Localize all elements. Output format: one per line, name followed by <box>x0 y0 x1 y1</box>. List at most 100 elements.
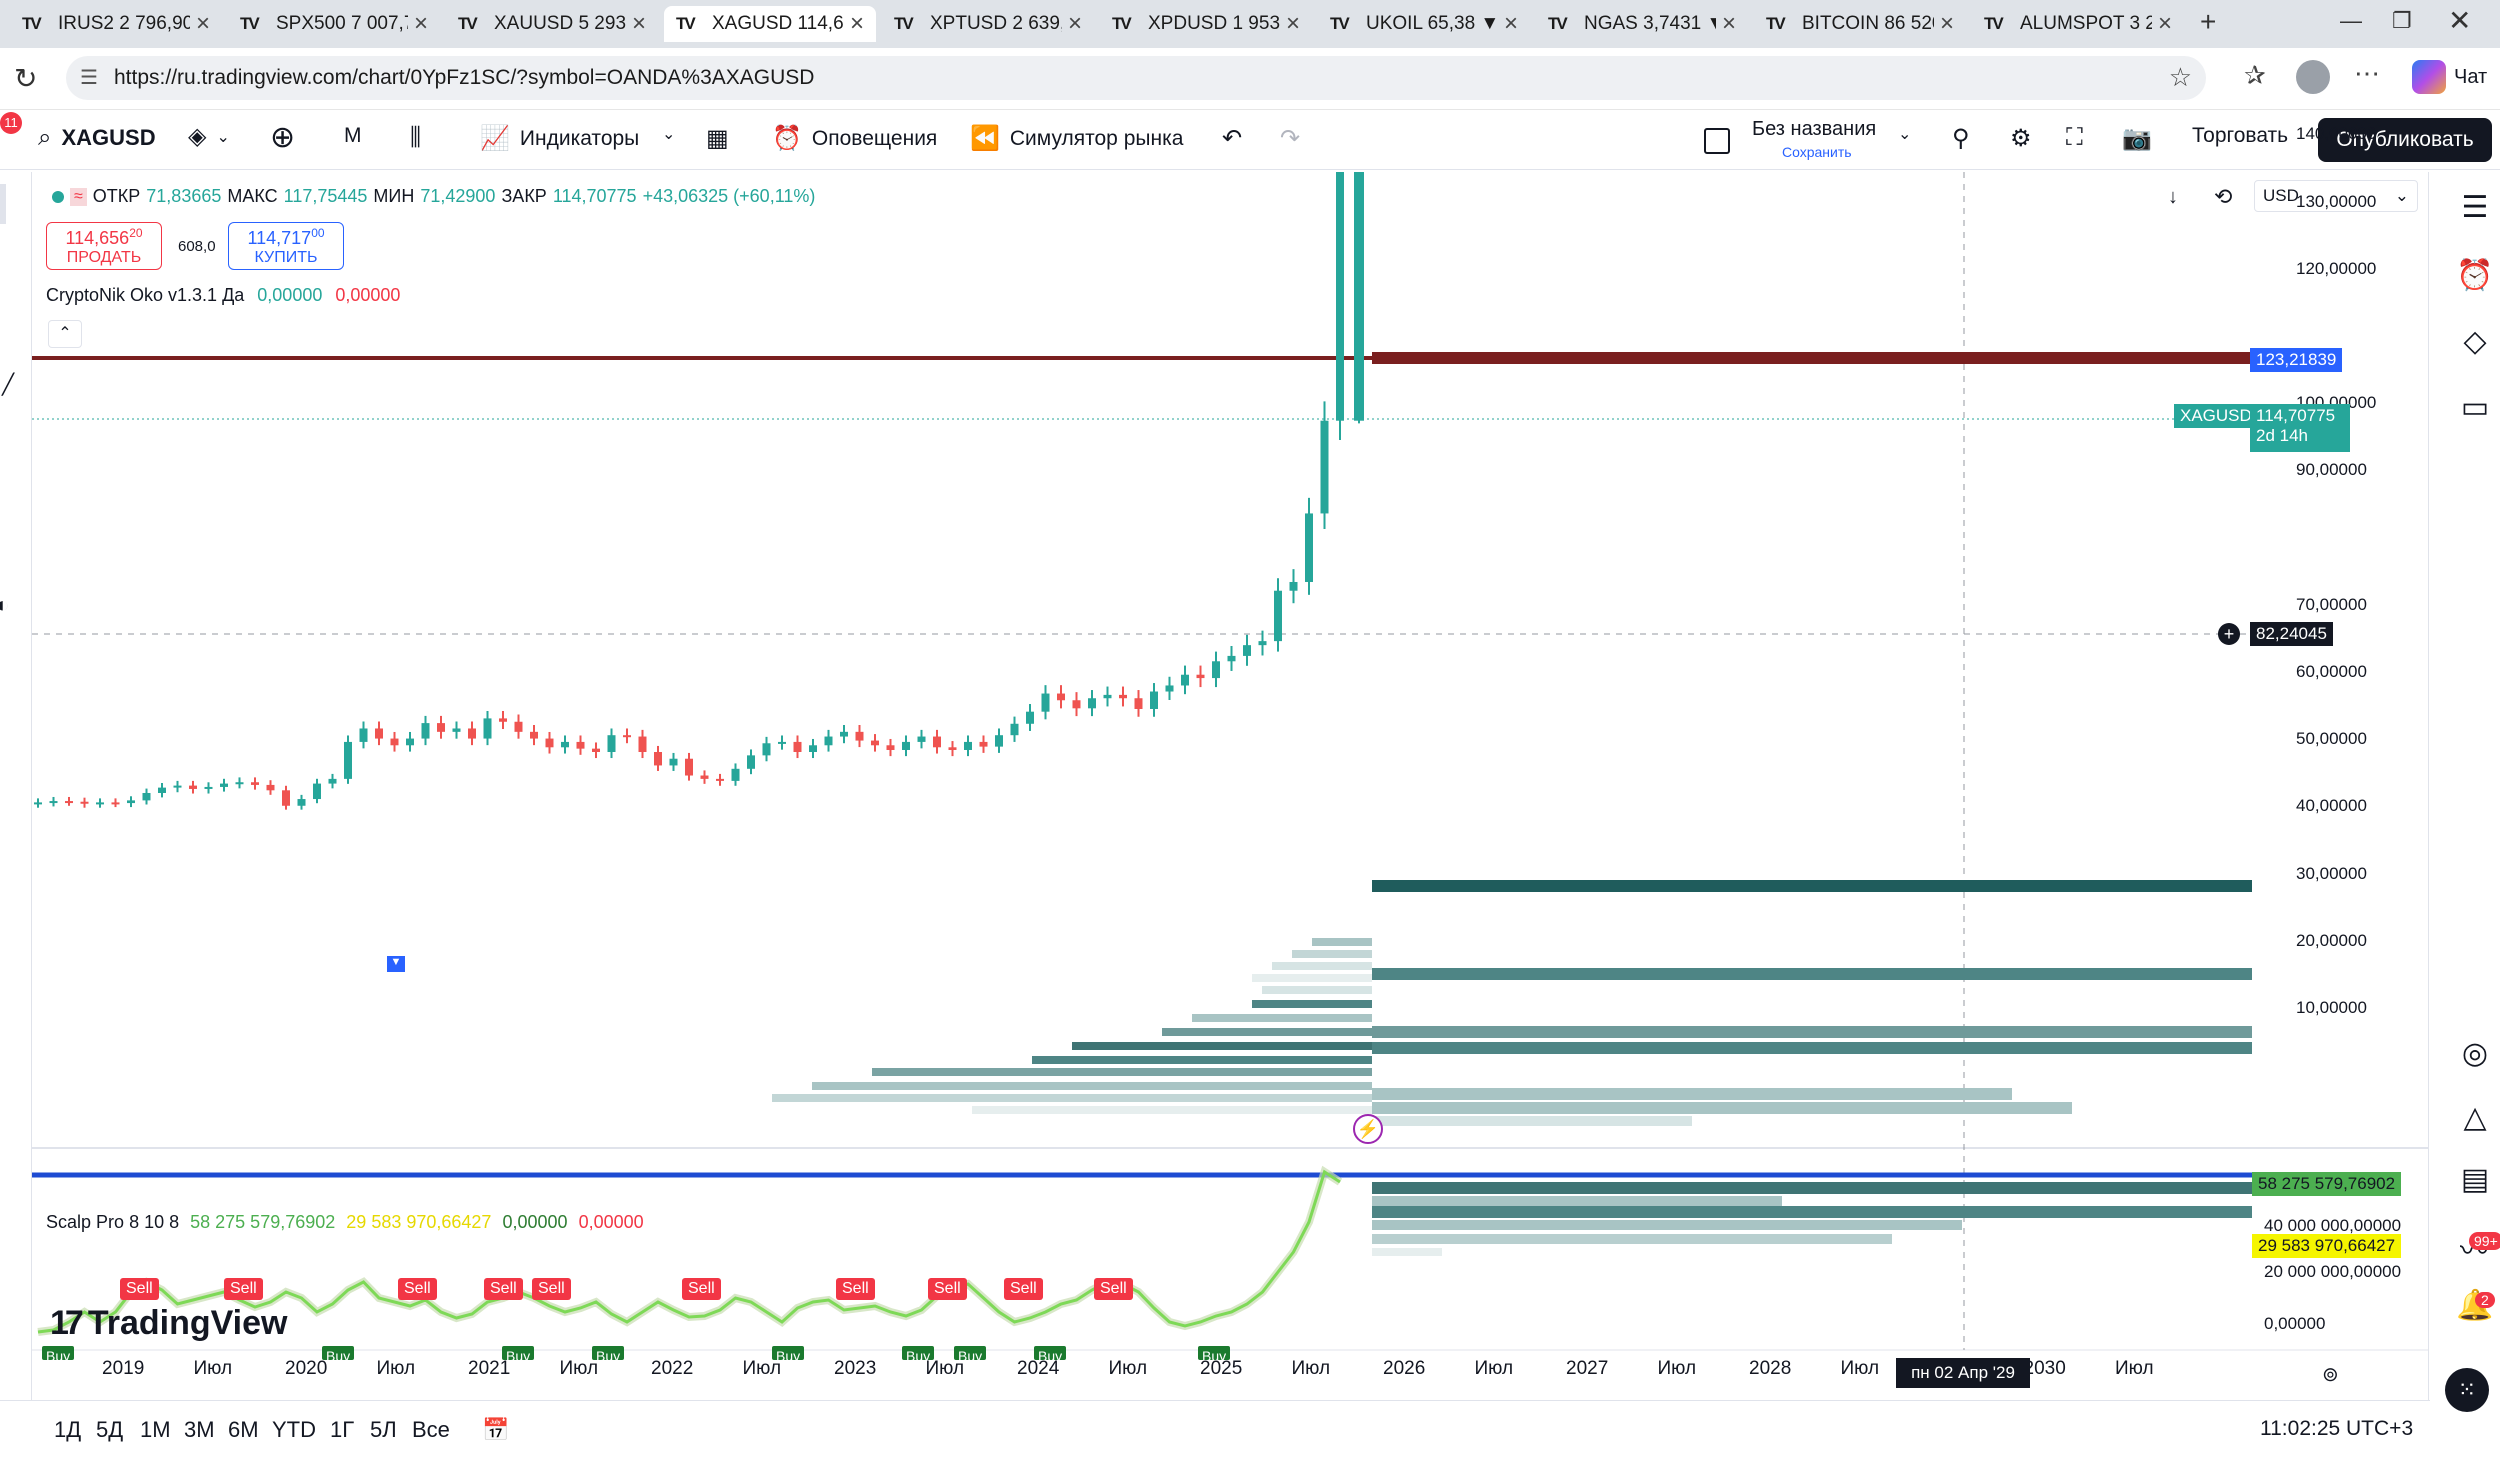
more-options-icon[interactable]: ⋯ <box>2354 58 2380 89</box>
restore-icon[interactable]: ❐ <box>2392 8 2412 34</box>
chart-canvas[interactable] <box>32 172 2428 1390</box>
redo-button[interactable]: ↷ <box>1280 124 1300 153</box>
browser-tab[interactable]: TV ALUMSPOT 3 2 × <box>1972 6 2184 42</box>
candle-body <box>1072 700 1081 709</box>
axis-settings-icon[interactable]: ⊚ <box>2322 1362 2339 1387</box>
favorites-icon[interactable]: ✰ <box>2244 60 2266 91</box>
close-tab-icon[interactable]: × <box>632 10 646 38</box>
close-tab-icon[interactable]: × <box>1504 10 1518 38</box>
browser-tab[interactable]: TV BITCOIN 86 520, × <box>1754 6 1966 42</box>
templates-dropdown[interactable]: ⌄ <box>662 124 675 144</box>
scalp-legend[interactable]: Scalp Pro 8 10 8 58 275 579,76902 29 583… <box>46 1212 644 1233</box>
layers-icon[interactable]: ◇ <box>2449 324 2500 359</box>
browser-tab[interactable]: TV UKOIL 65,38 ▼ × <box>1318 6 1530 42</box>
browser-tab[interactable]: TV XAUUSD 5 293,8 ▲ × <box>446 6 658 42</box>
buy-label: КУПИТЬ <box>254 249 318 266</box>
watchlist-icon[interactable]: ☰ <box>2449 190 2500 225</box>
sell-button[interactable]: 114,65620 ПРОДАТЬ <box>46 222 162 270</box>
auto-scale-icon[interactable]: ⟲ <box>2214 184 2232 210</box>
range-button[interactable]: 5Л <box>370 1417 397 1443</box>
replay-button[interactable]: ⏪ Симулятор рынка <box>970 124 1183 153</box>
apps-menu-icon[interactable]: ⁙ <box>2445 1368 2489 1412</box>
chat-bubble-icon[interactable]: ▭ <box>2449 390 2500 425</box>
range-button[interactable]: 3М <box>184 1417 215 1443</box>
close-tab-icon[interactable]: × <box>1722 10 1736 38</box>
close-tab-icon[interactable]: × <box>850 10 864 38</box>
event-flag-icon[interactable]: ▼ <box>387 956 405 972</box>
close-tab-icon[interactable]: × <box>196 10 210 38</box>
symbol-search[interactable]: ⌕ XAGUSD <box>38 124 156 152</box>
quick-search-button[interactable]: ⚲ <box>1952 124 1970 153</box>
snapshot-button[interactable]: 📷 <box>2122 124 2152 153</box>
candle-body <box>375 728 383 739</box>
chart-type-button[interactable]: ⫼ <box>410 124 421 152</box>
notifications-badge[interactable]: 11 <box>0 112 22 134</box>
time-axis-label: Июл <box>742 1358 782 1379</box>
collapse-legend-button[interactable]: ⌃ <box>48 320 82 348</box>
close-window-icon[interactable]: ✕ <box>2448 4 2471 37</box>
browser-tab[interactable]: TV XAGUSD 114,69 ▲ × <box>664 6 876 42</box>
minimize-icon[interactable]: — <box>2340 8 2362 34</box>
alerts-clock-icon[interactable]: ⏰ <box>2449 258 2500 293</box>
compare-button[interactable]: ⊕ <box>270 120 295 155</box>
add-alert-plus-icon[interactable]: + <box>2218 623 2240 645</box>
layout-checkbox-icon[interactable] <box>1704 128 1730 154</box>
settings-button[interactable]: ⚙ <box>2010 124 2032 153</box>
layouts-button[interactable]: ▦ <box>706 124 729 153</box>
range-button[interactable]: 1М <box>140 1417 171 1443</box>
trade-button[interactable]: Торговать <box>2192 124 2288 148</box>
browser-tab[interactable]: TV XPTUSD 2 639,6 ▲ × <box>882 6 1094 42</box>
range-button[interactable]: YTD <box>272 1417 316 1443</box>
browser-tab[interactable]: TV IRUS2 2 796,90 ▲ × <box>10 6 222 42</box>
close-tab-icon[interactable]: × <box>414 10 428 38</box>
symbol-type-dropdown[interactable]: ◈ ⌄ <box>188 122 230 151</box>
layout-menu-dropdown[interactable]: ⌄ <box>1898 124 1911 144</box>
range-button[interactable]: Все <box>412 1417 450 1443</box>
layout-save-link[interactable]: Сохранить <box>1782 144 1852 160</box>
range-button[interactable]: 6М <box>228 1417 259 1443</box>
trendline-tool-icon[interactable]: ╱ <box>2 372 14 397</box>
site-info-icon[interactable]: ☰ <box>80 65 98 90</box>
profile-avatar[interactable] <box>2296 60 2330 94</box>
browser-tab[interactable]: TV XPDUSD 1 953,6 ▲ × <box>1100 6 1312 42</box>
date-range-calendar-icon[interactable]: 📅 <box>482 1417 509 1443</box>
pyramid-icon[interactable]: △ <box>2449 1100 2500 1135</box>
interval-button[interactable]: M <box>344 124 362 148</box>
browser-tab[interactable]: TV SPX500 7 007,7 ▲ × <box>228 6 440 42</box>
crosshair-tool[interactable] <box>0 184 6 224</box>
reload-icon[interactable]: ↻ <box>14 62 37 95</box>
indicator-value-2: 0,00000 <box>335 285 401 305</box>
buy-button[interactable]: 114,71700 КУПИТЬ <box>228 222 344 270</box>
clock-timezone[interactable]: 11:02:25 UTC+3 <box>2260 1417 2413 1441</box>
target-icon[interactable]: ◎ <box>2449 1036 2500 1071</box>
url-field[interactable]: ☰ https://ru.tradingview.com/chart/0YpFz… <box>66 56 2206 100</box>
lightning-event-icon[interactable]: ⚡ <box>1353 1114 1383 1144</box>
range-button[interactable]: 1Д <box>54 1417 81 1443</box>
pattern-tool-icon[interactable]: ◐ <box>0 592 9 618</box>
copilot-icon[interactable] <box>2412 60 2446 94</box>
volume-profile-bar <box>1072 1042 1372 1050</box>
close-tab-icon[interactable]: × <box>1068 10 1082 38</box>
scroll-down-icon[interactable]: ↓ <box>2168 186 2178 209</box>
indicator-legend[interactable]: CryptoNik Oko v1.3.1 Да 0,00000 0,00000 <box>46 285 400 306</box>
chart-pane[interactable]: ≈ ОТКР 71,83665 МАКС 117,75445 МИН 71,42900… <box>32 124 2428 1390</box>
calendar-icon[interactable]: ▤ <box>2449 1162 2500 1197</box>
sell-signal-label: Sell <box>1004 1278 1043 1300</box>
range-button[interactable]: 1Г <box>330 1417 354 1443</box>
tab-title: ALUMSPOT 3 2 <box>2020 13 2152 34</box>
fullscreen-button[interactable]: ⛶ <box>2066 124 2083 152</box>
candle-body <box>576 741 585 749</box>
browser-tab[interactable]: TV NGAS 3,7431 ▼ × <box>1536 6 1748 42</box>
range-button[interactable]: 5Д <box>96 1417 123 1443</box>
chat-button[interactable]: Чат <box>2454 66 2487 89</box>
close-tab-icon[interactable]: × <box>2158 10 2172 38</box>
indicators-button[interactable]: 📈 Индикаторы <box>480 124 639 153</box>
close-tab-icon[interactable]: × <box>1286 10 1300 38</box>
new-tab-button[interactable]: + <box>2200 6 2216 38</box>
layout-name[interactable]: Без названия <box>1752 118 1876 141</box>
close-tab-icon[interactable]: × <box>1940 10 1954 38</box>
bookmark-star-icon[interactable]: ☆ <box>2169 62 2192 93</box>
scalp-value-3: 0,00000 <box>502 1212 568 1232</box>
undo-button[interactable]: ↶ <box>1222 124 1242 153</box>
alerts-button[interactable]: ⏰ Оповещения <box>772 124 937 153</box>
